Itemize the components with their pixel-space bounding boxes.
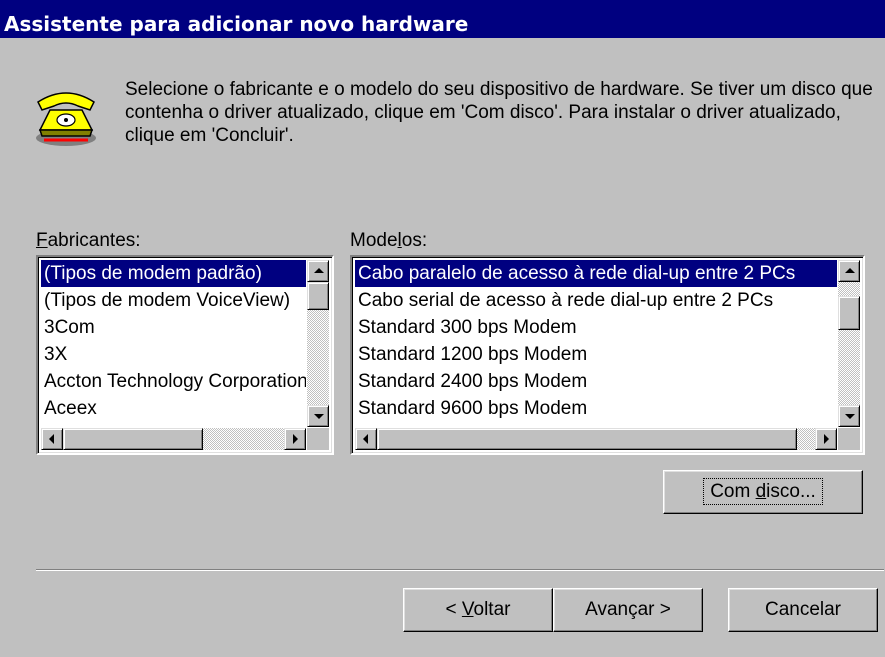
manufacturer-item[interactable]: (Tipos de modem padrão) — [41, 260, 306, 287]
cancel-button[interactable]: Cancelar — [728, 588, 878, 632]
window-title: Assistente para adicionar novo hardware — [4, 12, 469, 36]
scroll-down-button[interactable] — [307, 405, 329, 427]
scroll-corner — [838, 428, 860, 450]
add-hardware-wizard-window: Assistente para adicionar novo hardware … — [0, 0, 885, 657]
next-button[interactable]: Avançar > — [553, 588, 703, 632]
scroll-down-button[interactable] — [838, 405, 860, 427]
model-item[interactable]: Standard 300 bps Modem — [355, 314, 837, 341]
scroll-up-button[interactable] — [838, 260, 860, 282]
left-arrow-icon — [49, 434, 54, 444]
have-disk-button[interactable]: Com disco... — [663, 470, 863, 514]
scroll-thumb[interactable] — [377, 428, 797, 450]
manufacturer-item[interactable]: 3Com — [41, 314, 306, 341]
manufacturers-horizontal-scrollbar[interactable] — [41, 428, 306, 450]
scroll-right-button[interactable] — [815, 428, 837, 450]
down-arrow-icon — [314, 414, 324, 419]
manufacturer-item[interactable]: 3X — [41, 341, 306, 368]
up-arrow-icon — [314, 268, 324, 273]
scroll-up-button[interactable] — [307, 260, 329, 282]
back-button[interactable]: < Voltar — [403, 588, 553, 632]
manufacturers-label: Fabricantes: — [36, 230, 141, 251]
up-arrow-icon — [845, 268, 855, 273]
model-item[interactable]: Standard 9600 bps Modem — [355, 395, 837, 422]
models-horizontal-scrollbar[interactable] — [355, 428, 837, 450]
have-disk-label: Com disco... — [703, 478, 823, 505]
instruction-text: Selecione o fabricante e o modelo do seu… — [125, 79, 873, 146]
right-arrow-icon — [824, 434, 829, 444]
manufacturer-item[interactable]: Aceex — [41, 395, 306, 422]
manufacturers-listbox[interactable]: (Tipos de modem padrão) (Tipos de modem … — [36, 255, 334, 455]
scroll-right-button[interactable] — [284, 428, 306, 450]
models-vertical-scrollbar[interactable] — [838, 260, 860, 427]
model-item[interactable]: Cabo paralelo de acesso à rede dial-up e… — [355, 260, 837, 287]
manufacturers-items: (Tipos de modem padrão) (Tipos de modem … — [41, 260, 306, 427]
down-arrow-icon — [845, 414, 855, 419]
right-arrow-icon — [293, 434, 298, 444]
manufacturer-item[interactable]: Accton Technology Corporation — [41, 368, 306, 395]
manufacturers-vertical-scrollbar[interactable] — [307, 260, 329, 427]
scroll-left-button[interactable] — [41, 428, 63, 450]
scroll-left-button[interactable] — [355, 428, 377, 450]
model-item[interactable]: Cabo serial de acesso à rede dial-up ent… — [355, 287, 837, 314]
model-item[interactable]: Standard 1200 bps Modem — [355, 341, 837, 368]
scroll-thumb[interactable] — [63, 428, 203, 450]
models-listbox[interactable]: Cabo paralelo de acesso à rede dial-up e… — [350, 255, 865, 455]
title-bar: Assistente para adicionar novo hardware — [0, 0, 885, 38]
model-item[interactable]: Standard 2400 bps Modem — [355, 368, 837, 395]
models-label: Modelos: — [350, 230, 428, 251]
scroll-corner — [307, 428, 329, 450]
separator-highlight — [36, 570, 884, 571]
scroll-thumb[interactable] — [838, 296, 860, 330]
telephone-icon — [36, 92, 96, 146]
scroll-thumb[interactable] — [307, 282, 329, 310]
models-items: Cabo paralelo de acesso à rede dial-up e… — [355, 260, 837, 427]
manufacturer-item[interactable]: (Tipos de modem VoiceView) — [41, 287, 306, 314]
left-arrow-icon — [363, 434, 368, 444]
